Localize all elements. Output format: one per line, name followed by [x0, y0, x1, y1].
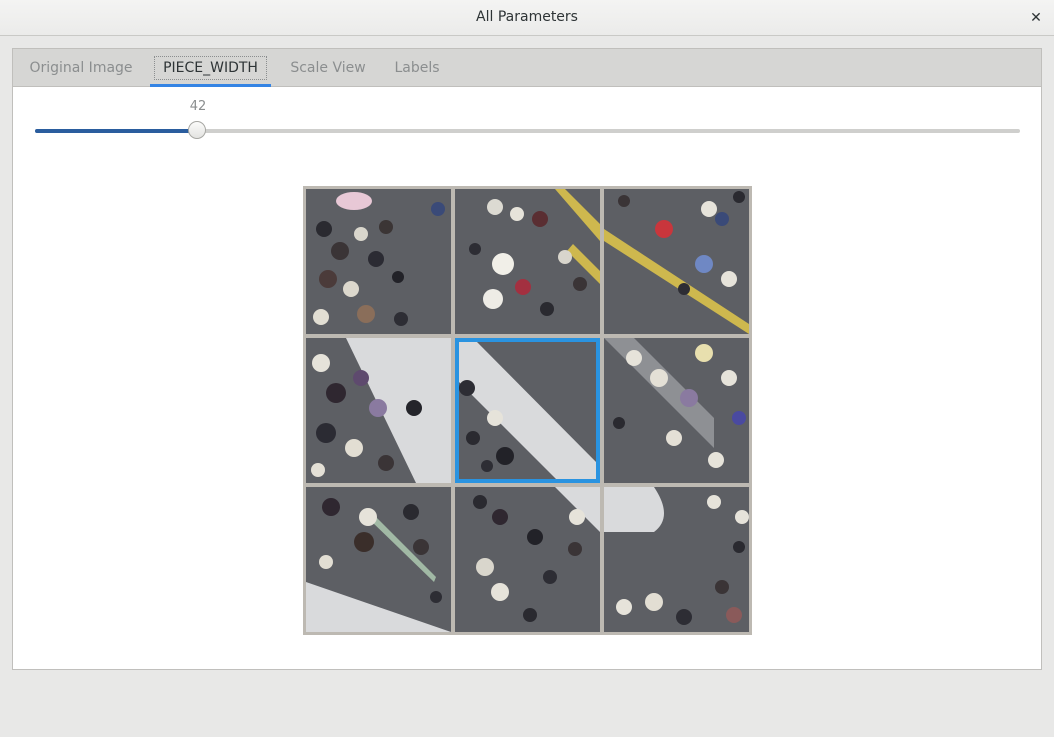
tab-scale-view[interactable]: Scale View — [281, 49, 375, 87]
close-icon[interactable]: ✕ — [1024, 6, 1048, 30]
tab-piece-width[interactable]: PIECE_WIDTH — [150, 49, 271, 87]
tab-original-image[interactable]: Original Image — [23, 49, 139, 87]
slider-value: 42 — [189, 99, 207, 114]
notebook: Original Image PIECE_WIDTH Scale View La… — [12, 48, 1042, 670]
piece-width-slider[interactable] — [35, 121, 1020, 139]
puzzle-tile-5[interactable] — [455, 338, 600, 483]
puzzle-tile-3[interactable] — [604, 189, 749, 334]
puzzle-tile-8[interactable] — [455, 487, 600, 632]
tab-label: Scale View — [290, 60, 366, 76]
tab-labels[interactable]: Labels — [385, 49, 449, 87]
window-title: All Parameters — [476, 9, 578, 25]
puzzle-tile-7[interactable] — [306, 487, 451, 632]
puzzle-grid — [303, 186, 752, 635]
active-tab-indicator — [150, 84, 271, 87]
focus-ring — [154, 56, 267, 80]
puzzle-tile-6[interactable] — [604, 338, 749, 483]
puzzle-tile-9[interactable] — [604, 487, 749, 632]
title-bar: All Parameters ✕ — [0, 0, 1054, 36]
puzzle-tile-4[interactable] — [306, 338, 451, 483]
tab-bar: Original Image PIECE_WIDTH Scale View La… — [13, 49, 1041, 87]
puzzle-tile-2[interactable] — [455, 189, 600, 334]
puzzle-tile-1[interactable] — [306, 189, 451, 334]
slider-fill — [35, 129, 197, 133]
tab-label: Original Image — [29, 60, 133, 76]
tab-label: Labels — [394, 60, 440, 76]
slider-handle[interactable] — [188, 121, 206, 139]
